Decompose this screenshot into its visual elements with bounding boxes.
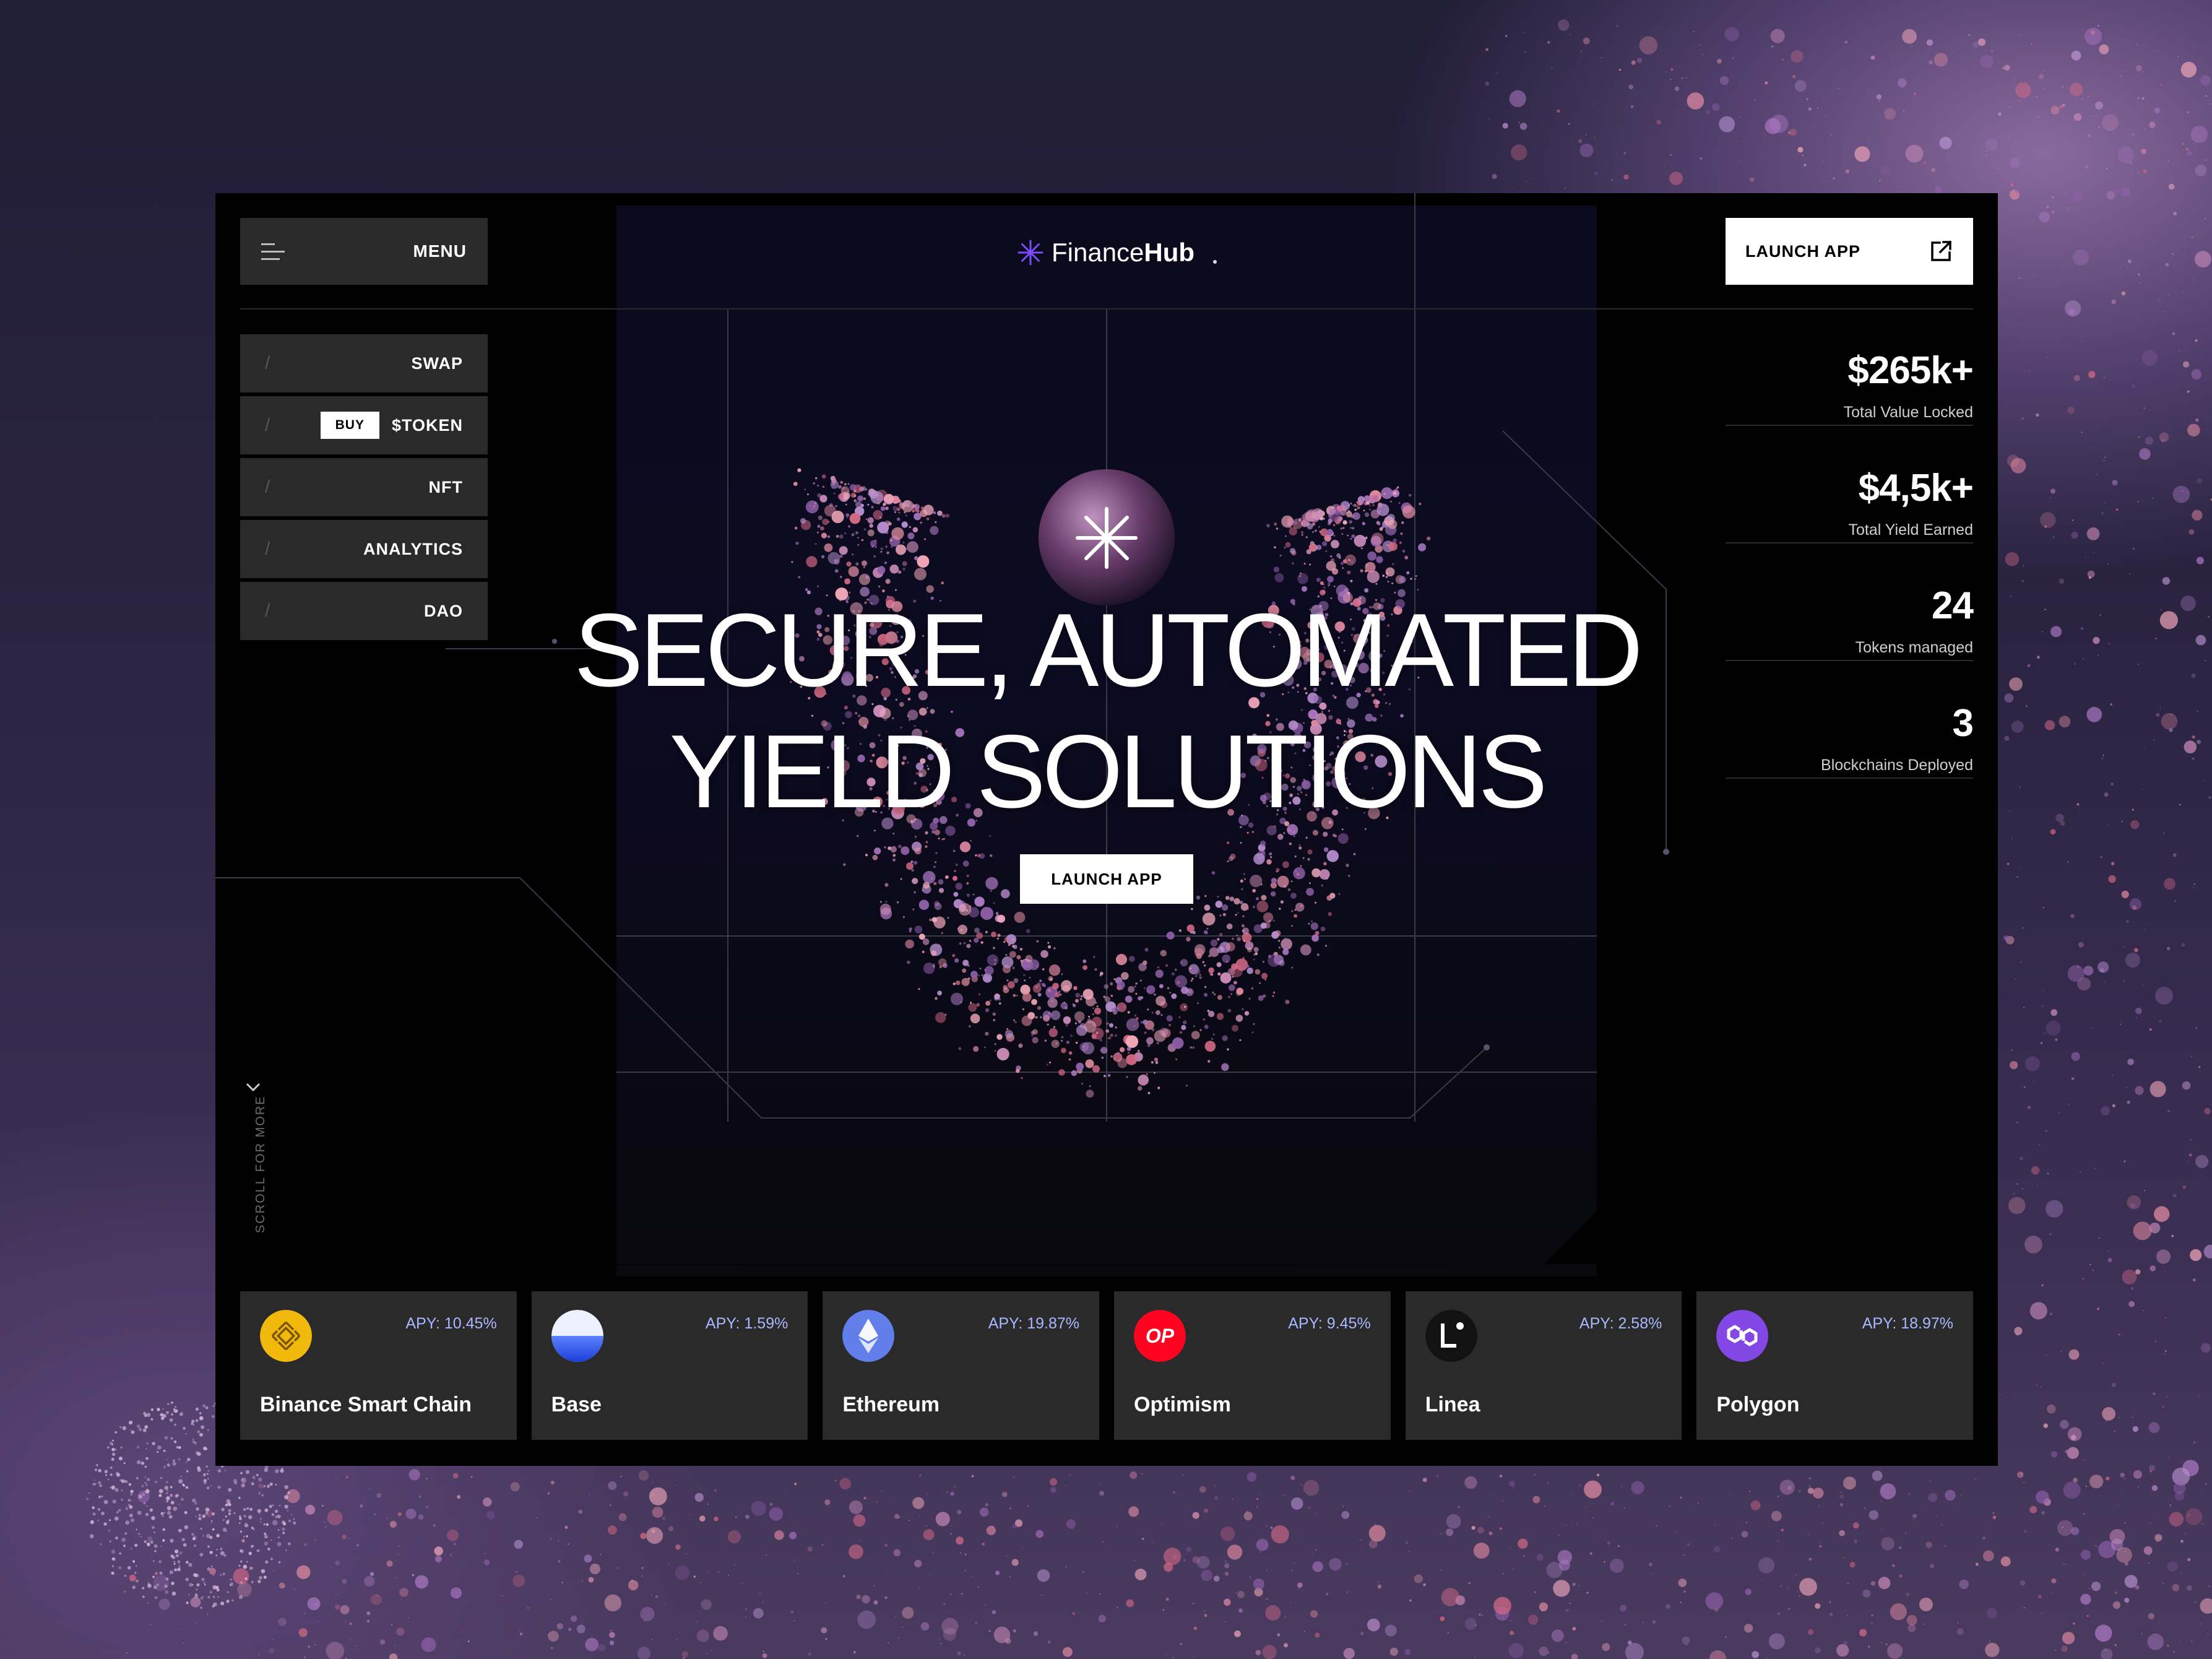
chain-cards: APY: 10.45% Binance Smart Chain APY: 1.5… <box>240 1291 1974 1440</box>
chain-card-polygon[interactable]: APY: 18.97% Polygon <box>1696 1291 1974 1440</box>
optimism-icon: OP <box>1134 1310 1186 1362</box>
chain-name: Ethereum <box>842 1393 940 1416</box>
binance-icon <box>260 1310 312 1362</box>
apy-value: APY: 18.97% <box>1862 1315 1954 1332</box>
ethereum-icon <box>842 1310 895 1362</box>
polygon-icon <box>1716 1310 1769 1362</box>
app-window: MENU / SWAP / BUY $TOKEN / NFT / ANALYTI… <box>215 193 1998 1466</box>
chain-card-base[interactable]: APY: 1.59% Base <box>531 1291 808 1440</box>
chevron-down-icon[interactable] <box>245 1081 261 1093</box>
hero-title: SECURE, AUTOMATED YIELD SOLUTIONS <box>555 589 1659 832</box>
chain-card-ethereum[interactable]: APY: 19.87% Ethereum <box>823 1291 1100 1440</box>
apy-value: APY: 2.58% <box>1579 1315 1662 1332</box>
hero-title-line-1: SECURE, AUTOMATED <box>574 592 1643 708</box>
linea-icon <box>1425 1310 1477 1362</box>
chain-card-linea[interactable]: APY: 2.58% Linea <box>1405 1291 1682 1440</box>
hero-title-line-2: YIELD SOLUTIONS <box>669 713 1547 830</box>
chain-name: Base <box>551 1393 602 1416</box>
chain-name: Linea <box>1425 1393 1480 1416</box>
chain-name: Polygon <box>1716 1393 1800 1416</box>
chain-card-binance[interactable]: APY: 10.45% Binance Smart Chain <box>240 1291 517 1440</box>
base-icon <box>551 1310 603 1362</box>
chain-card-optimism[interactable]: OP APY: 9.45% Optimism <box>1114 1291 1391 1440</box>
apy-value: APY: 1.59% <box>705 1315 788 1332</box>
chain-name: Optimism <box>1134 1393 1231 1416</box>
svg-text:OP: OP <box>1146 1325 1175 1347</box>
apy-value: APY: 19.87% <box>988 1315 1080 1332</box>
apy-value: APY: 9.45% <box>1288 1315 1371 1332</box>
chain-name: Binance Smart Chain <box>260 1393 472 1416</box>
scroll-for-more-label[interactable]: SCROLL FOR MORE <box>254 1095 268 1233</box>
hero-launch-app-button[interactable]: LAUNCH APP <box>1020 854 1193 904</box>
apy-value: APY: 10.45% <box>405 1315 497 1332</box>
